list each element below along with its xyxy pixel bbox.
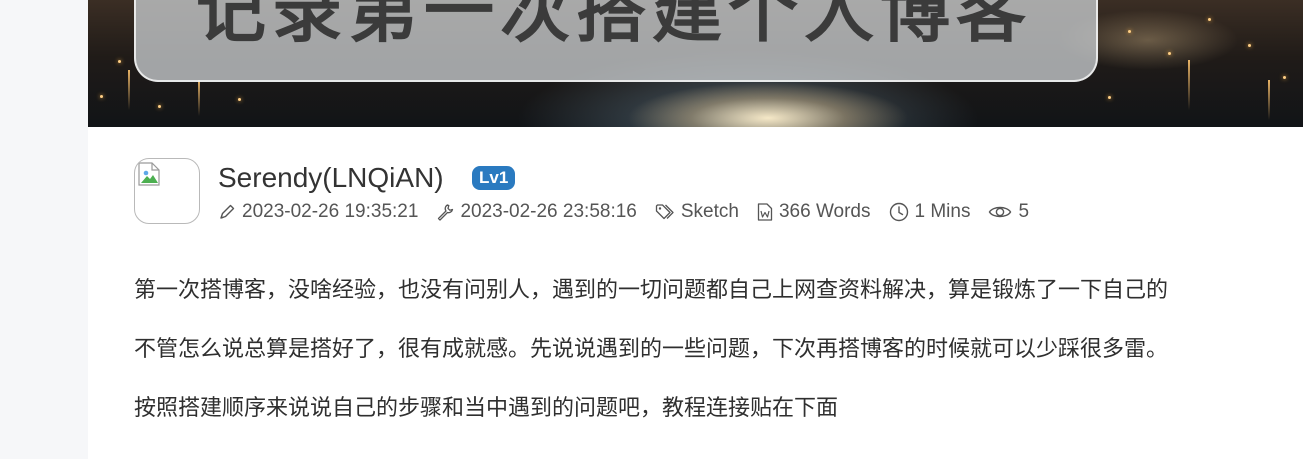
- light-reflection: [1268, 80, 1270, 120]
- post-card: 记录第一次搭建个人博客 Serendy(LNQiAN) Lv1 2023-02-…: [88, 0, 1303, 459]
- light-reflection: [128, 70, 130, 110]
- city-light: [158, 105, 161, 108]
- level-badge: Lv1: [472, 166, 516, 190]
- reading-time: 1 Mins: [889, 200, 971, 224]
- pen-icon: [220, 204, 235, 219]
- paragraph: 第一次搭博客，没啥经验，也没有问别人，遇到的一切问题都自己上网查资料解决，算是锻…: [134, 278, 1169, 303]
- city-light: [1128, 30, 1131, 33]
- city-light: [1108, 96, 1111, 99]
- post-content: 第一次搭博客，没啥经验，也没有问别人，遇到的一切问题都自己上网查资料解决，算是锻…: [134, 274, 1303, 451]
- city-light: [1248, 44, 1251, 47]
- word-doc-icon: [757, 203, 773, 221]
- created-date: 2023-02-26 19:35:21: [218, 200, 418, 224]
- city-light: [1208, 18, 1211, 21]
- reading-time-text: 1 Mins: [914, 201, 971, 222]
- updated-date: 2023-02-26 23:58:16: [436, 200, 637, 224]
- updated-date-text: 2023-02-26 23:58:16: [460, 201, 637, 222]
- clock-icon: [889, 202, 908, 222]
- author-info: Serendy(LNQiAN) Lv1 2023-02-26 19:35:21 …: [134, 158, 1284, 228]
- tag-icon: [655, 204, 674, 220]
- avatar[interactable]: [134, 158, 200, 224]
- image-placeholder-icon: [138, 162, 160, 186]
- word-count-text: 366 Words: [778, 201, 871, 222]
- category-text[interactable]: Sketch: [681, 200, 739, 224]
- post-title: 记录第一次搭建个人博客: [196, 0, 1032, 52]
- post-meta: 2023-02-26 19:35:21 2023-02-26 23:58:16 …: [218, 200, 1047, 224]
- light-reflection: [198, 80, 200, 116]
- views-text: 5: [1018, 201, 1030, 222]
- city-light: [118, 60, 121, 63]
- paragraph: 按照搭建顺序来说说自己的步骤和当中遇到的问题吧，教程连接贴在下面: [134, 396, 839, 421]
- city-light: [238, 98, 241, 101]
- light-reflection: [1188, 60, 1190, 110]
- wrench-icon: [438, 204, 454, 221]
- created-date-text: 2023-02-26 19:35:21: [242, 201, 419, 222]
- post-banner: 记录第一次搭建个人博客: [88, 0, 1303, 127]
- city-light: [1283, 76, 1286, 79]
- city-light: [100, 95, 103, 98]
- city-light: [1168, 52, 1171, 55]
- eye-icon: [989, 206, 1012, 218]
- paragraph: 不管怎么说总算是搭好了，很有成就感。先说说遇到的一些问题，下次再搭博客的时候就可…: [134, 337, 1169, 362]
- category[interactable]: Sketch: [655, 200, 739, 224]
- views: 5: [988, 200, 1029, 224]
- author-name[interactable]: Serendy(LNQiAN): [218, 158, 444, 198]
- word-count: 366 Words: [757, 200, 871, 224]
